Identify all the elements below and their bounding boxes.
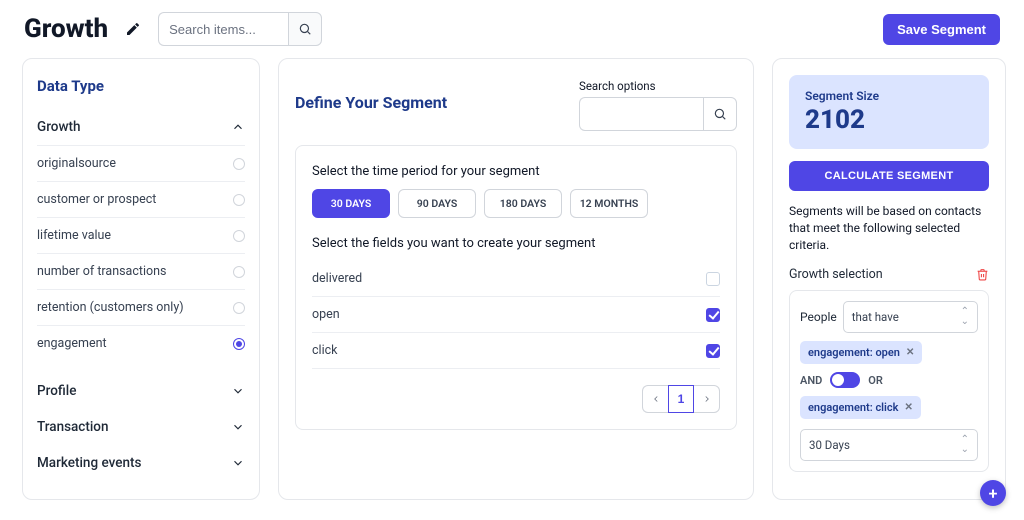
section-profile[interactable]: Profile bbox=[37, 373, 245, 409]
radio-icon bbox=[233, 158, 245, 170]
pencil-icon bbox=[125, 21, 141, 37]
options-search: Search options bbox=[579, 79, 737, 131]
selection-heading: Growth selection bbox=[789, 267, 883, 282]
main-columns: Data Type Growth originalsource customer… bbox=[0, 58, 1024, 518]
growth-item-lifetime-value[interactable]: lifetime value bbox=[37, 218, 245, 254]
section-growth[interactable]: Growth bbox=[37, 109, 245, 145]
chevron-left-icon bbox=[651, 394, 661, 404]
page-next-button[interactable] bbox=[694, 385, 720, 413]
data-type-heading: Data Type bbox=[37, 77, 245, 95]
page-current[interactable]: 1 bbox=[668, 385, 694, 413]
select-caret-icon: ⌃⌄ bbox=[961, 307, 969, 327]
options-search-button[interactable] bbox=[703, 97, 737, 131]
logic-and-label: AND bbox=[800, 374, 822, 387]
field-open[interactable]: open bbox=[312, 297, 720, 333]
growth-items: originalsource customer or prospect life… bbox=[37, 145, 245, 361]
chevron-up-icon bbox=[231, 120, 245, 134]
top-bar: Growth Save Segment bbox=[0, 0, 1024, 58]
growth-item-number-of-transactions[interactable]: number of transactions bbox=[37, 254, 245, 290]
global-search-input[interactable] bbox=[158, 12, 288, 46]
radio-icon bbox=[233, 230, 245, 242]
global-search-button[interactable] bbox=[288, 12, 322, 46]
chevron-down-icon bbox=[231, 456, 245, 470]
trash-icon bbox=[976, 268, 989, 281]
period-30-days[interactable]: 30 DAYS bbox=[312, 189, 390, 218]
section-growth-label: Growth bbox=[37, 119, 80, 135]
checkbox-icon[interactable] bbox=[706, 344, 720, 358]
data-type-panel: Data Type Growth originalsource customer… bbox=[22, 58, 260, 500]
remove-tag-button[interactable]: ✕ bbox=[906, 347, 914, 358]
growth-item-retention[interactable]: retention (customers only) bbox=[37, 290, 245, 326]
growth-item-customer-or-prospect[interactable]: customer or prospect bbox=[37, 182, 245, 218]
period-180-days[interactable]: 180 DAYS bbox=[484, 189, 562, 218]
pagination: 1 bbox=[312, 385, 720, 413]
criteria-tag-engagement-open: engagement: open ✕ bbox=[800, 341, 922, 364]
segment-summary-panel: Segment Size 2102 CALCULATE SEGMENT Segm… bbox=[772, 58, 1006, 500]
radio-icon bbox=[233, 266, 245, 278]
edit-title-button[interactable] bbox=[122, 18, 144, 40]
field-click[interactable]: click bbox=[312, 333, 720, 369]
calculate-segment-button[interactable]: CALCULATE SEGMENT bbox=[789, 161, 989, 191]
segment-size-card: Segment Size 2102 bbox=[789, 75, 989, 149]
section-marketing-events[interactable]: Marketing events bbox=[37, 445, 245, 481]
chevron-down-icon bbox=[231, 420, 245, 434]
date-range-select[interactable]: 30 Days ⌃⌄ bbox=[800, 429, 978, 461]
field-delivered[interactable]: delivered bbox=[312, 261, 720, 297]
segment-config-card: Select the time period for your segment … bbox=[295, 145, 737, 430]
period-12-months[interactable]: 12 MONTHS bbox=[570, 189, 648, 218]
add-criteria-fab[interactable]: + bbox=[980, 480, 1006, 506]
radio-icon bbox=[233, 338, 245, 350]
page-title: Growth bbox=[24, 14, 108, 44]
logic-row: AND OR bbox=[800, 372, 978, 388]
logic-or-label: OR bbox=[868, 374, 883, 387]
page-prev-button[interactable] bbox=[642, 385, 668, 413]
define-segment-title: Define Your Segment bbox=[295, 79, 447, 112]
checkbox-icon[interactable] bbox=[706, 308, 720, 322]
period-90-days[interactable]: 90 DAYS bbox=[398, 189, 476, 218]
section-transaction[interactable]: Transaction bbox=[37, 409, 245, 445]
segment-size-label: Segment Size bbox=[805, 89, 973, 103]
period-options: 30 DAYS 90 DAYS 180 DAYS 12 MONTHS bbox=[312, 189, 720, 218]
select-caret-icon: ⌃⌄ bbox=[961, 435, 969, 455]
fields-heading: Select the fields you want to create you… bbox=[312, 236, 720, 251]
checkbox-icon[interactable] bbox=[706, 272, 720, 286]
delete-selection-button[interactable] bbox=[976, 268, 989, 281]
search-icon bbox=[298, 22, 312, 36]
growth-item-originalsource[interactable]: originalsource bbox=[37, 146, 245, 182]
chevron-right-icon bbox=[702, 394, 712, 404]
radio-icon bbox=[233, 194, 245, 206]
selection-card: People that have ⌃⌄ engagement: open ✕ A… bbox=[789, 290, 989, 472]
plus-icon: + bbox=[989, 484, 998, 503]
logic-toggle[interactable] bbox=[830, 372, 860, 388]
define-segment-panel: Define Your Segment Search options Selec… bbox=[278, 58, 754, 500]
people-condition-select[interactable]: that have ⌃⌄ bbox=[843, 301, 978, 333]
period-heading: Select the time period for your segment bbox=[312, 164, 720, 179]
global-search bbox=[158, 12, 322, 46]
people-label: People bbox=[800, 310, 837, 324]
radio-icon bbox=[233, 302, 245, 314]
save-segment-button[interactable]: Save Segment bbox=[883, 14, 1000, 45]
growth-item-engagement[interactable]: engagement bbox=[37, 326, 245, 361]
options-search-label: Search options bbox=[579, 79, 737, 93]
criteria-helper-text: Segments will be based on contacts that … bbox=[789, 203, 989, 253]
options-search-input[interactable] bbox=[579, 97, 703, 131]
criteria-tag-engagement-click: engagement: click ✕ bbox=[800, 396, 921, 419]
chevron-down-icon bbox=[231, 384, 245, 398]
search-icon bbox=[713, 107, 727, 121]
segment-size-value: 2102 bbox=[805, 105, 973, 135]
remove-tag-button[interactable]: ✕ bbox=[904, 402, 912, 413]
